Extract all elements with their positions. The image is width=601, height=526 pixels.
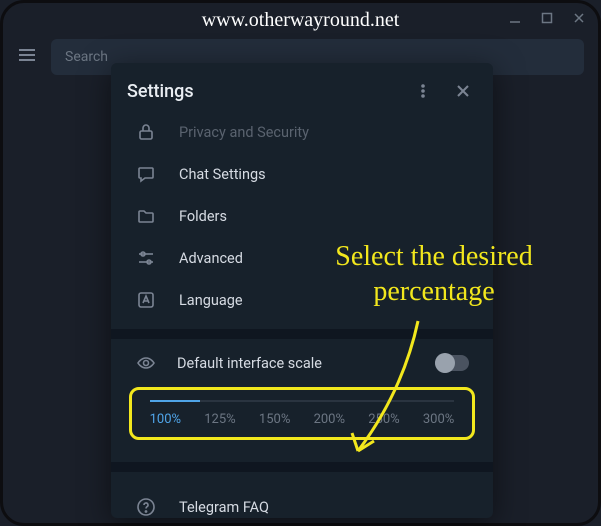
settings-menu: Privacy and Security Chat Settings Folde… [111,119,493,329]
menu-item-privacy[interactable]: Privacy and Security [111,121,493,153]
menu-item-advanced[interactable]: Advanced [111,237,493,279]
watermark-text: www.otherwayround.net [202,9,400,32]
scale-slider-track[interactable] [150,400,454,402]
scale-300[interactable]: 300% [423,412,454,427]
scale-250[interactable]: 250% [368,412,399,427]
window-maximize-button[interactable] [540,11,554,25]
interface-scale-section: Default interface scale 100% 125% 150% 2… [111,339,493,462]
menu-label: Telegram FAQ [179,499,269,516]
menu-label: Privacy and Security [179,124,309,141]
folder-icon [135,205,157,227]
menu-item-language[interactable]: Language [111,279,493,321]
eye-icon [135,353,157,373]
close-settings-button[interactable] [449,77,477,105]
default-scale-toggle[interactable] [435,355,469,371]
scale-150[interactable]: 150% [259,412,290,427]
scale-200[interactable]: 200% [314,412,345,427]
settings-title: Settings [127,81,397,102]
settings-header: Settings [111,63,493,119]
chat-icon [135,163,157,185]
scale-125[interactable]: 125% [204,412,235,427]
lock-icon [135,121,157,143]
faq-section: Telegram FAQ [111,472,493,518]
menu-label: Language [179,292,243,309]
window-minimize-button[interactable] [508,11,522,25]
window-close-button[interactable] [572,11,586,25]
settings-panel: Settings Privacy and Security Chat Setti… [111,63,493,518]
sliders-icon [135,247,157,269]
section-divider [111,462,493,472]
language-icon [135,289,157,311]
menu-item-faq[interactable]: Telegram FAQ [111,486,493,518]
menu-item-chat-settings[interactable]: Chat Settings [111,153,493,195]
menu-item-folders[interactable]: Folders [111,195,493,237]
help-icon [135,496,157,518]
scale-title: Default interface scale [177,355,415,372]
scale-100[interactable]: 100% [150,412,181,427]
section-divider [111,329,493,339]
menu-label: Folders [179,208,227,225]
menu-label: Chat Settings [179,166,266,183]
scale-selector-highlight: 100% 125% 150% 200% 250% 300% [129,387,475,440]
hamburger-menu-button[interactable] [17,45,37,69]
more-options-button[interactable] [409,77,437,105]
menu-label: Advanced [179,250,243,267]
scale-options: 100% 125% 150% 200% 250% 300% [138,412,466,427]
search-placeholder: Search [65,49,108,65]
